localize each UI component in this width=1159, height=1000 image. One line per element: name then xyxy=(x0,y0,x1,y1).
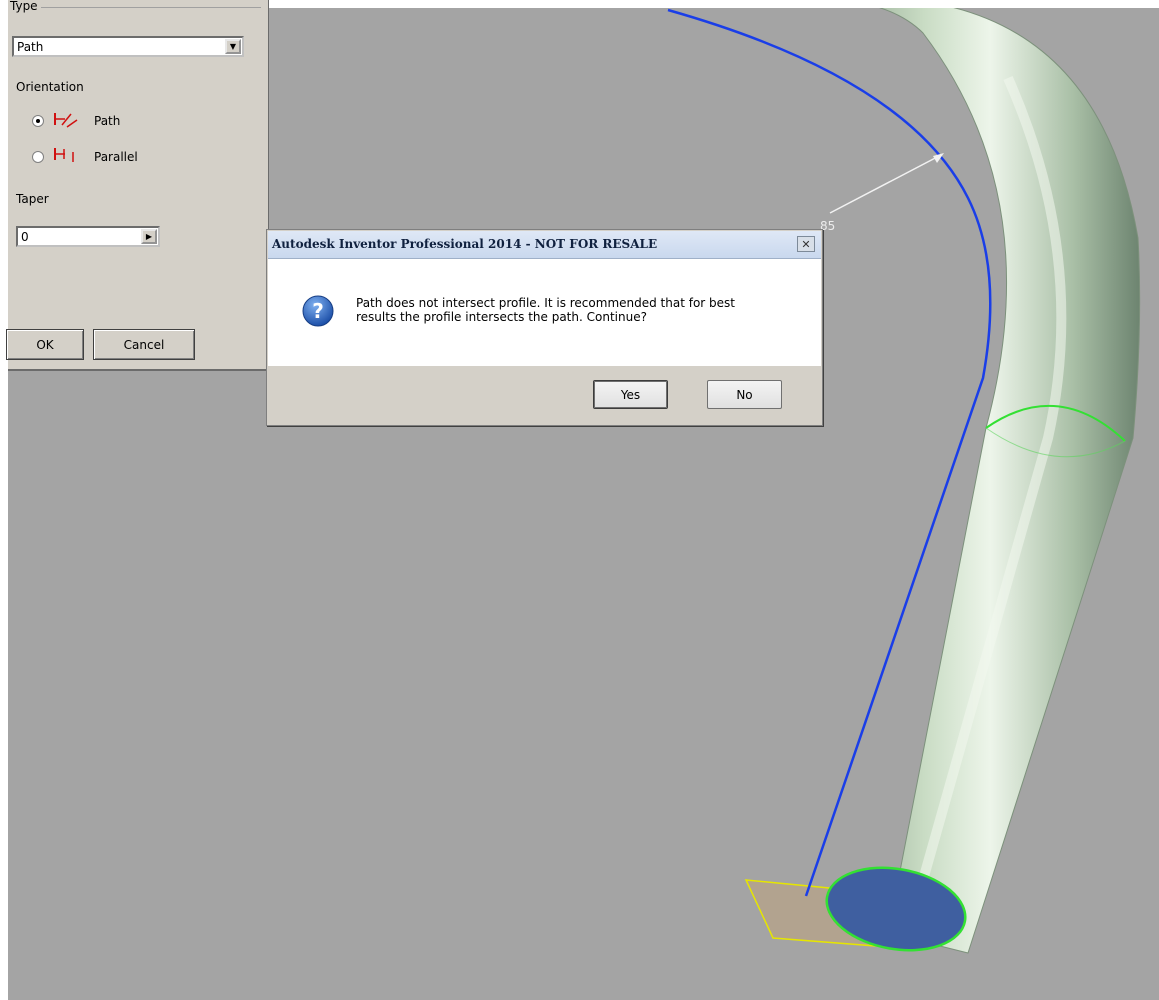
svg-text:?: ? xyxy=(312,299,324,323)
path-orientation-icon xyxy=(54,113,78,128)
yes-button[interactable]: Yes xyxy=(593,380,668,409)
type-dropdown-value: Path xyxy=(17,40,44,54)
type-label: Type xyxy=(10,0,38,13)
question-icon: ? xyxy=(302,295,334,327)
close-icon[interactable]: ✕ xyxy=(797,236,815,252)
orientation-label: Orientation xyxy=(16,80,84,94)
ok-button[interactable]: OK xyxy=(6,329,84,360)
dialog-message: Path does not intersect profile. It is r… xyxy=(356,296,736,324)
radio-orientation-path[interactable] xyxy=(32,115,44,127)
orientation-path-label[interactable]: Path xyxy=(94,114,120,128)
dialog-title: Autodesk Inventor Professional 2014 - NO… xyxy=(272,237,658,251)
taper-input[interactable]: 0 ▶ xyxy=(16,226,160,247)
swept-tube[interactable] xyxy=(808,8,1141,954)
dialog-title-bar[interactable]: Autodesk Inventor Professional 2014 - NO… xyxy=(268,231,821,259)
taper-label: Taper xyxy=(16,192,49,206)
dialog-body: ? Path does not intersect profile. It is… xyxy=(268,259,821,366)
sweep-panel: Type Path ▼ Orientation Path Parallel Ta… xyxy=(6,0,269,371)
radio-orientation-parallel[interactable] xyxy=(32,151,44,163)
type-dropdown[interactable]: Path ▼ xyxy=(12,36,244,57)
chevron-down-icon[interactable]: ▼ xyxy=(225,39,241,54)
cancel-button[interactable]: Cancel xyxy=(93,329,195,360)
orientation-parallel-label[interactable]: Parallel xyxy=(94,150,138,164)
parallel-orientation-icon xyxy=(54,148,74,162)
no-button[interactable]: No xyxy=(707,380,782,409)
type-group-line xyxy=(41,7,261,8)
dimension-line xyxy=(829,154,942,214)
taper-input-value: 0 xyxy=(21,230,29,244)
arrow-right-icon[interactable]: ▶ xyxy=(141,229,157,244)
warning-dialog: Autodesk Inventor Professional 2014 - NO… xyxy=(266,229,823,426)
